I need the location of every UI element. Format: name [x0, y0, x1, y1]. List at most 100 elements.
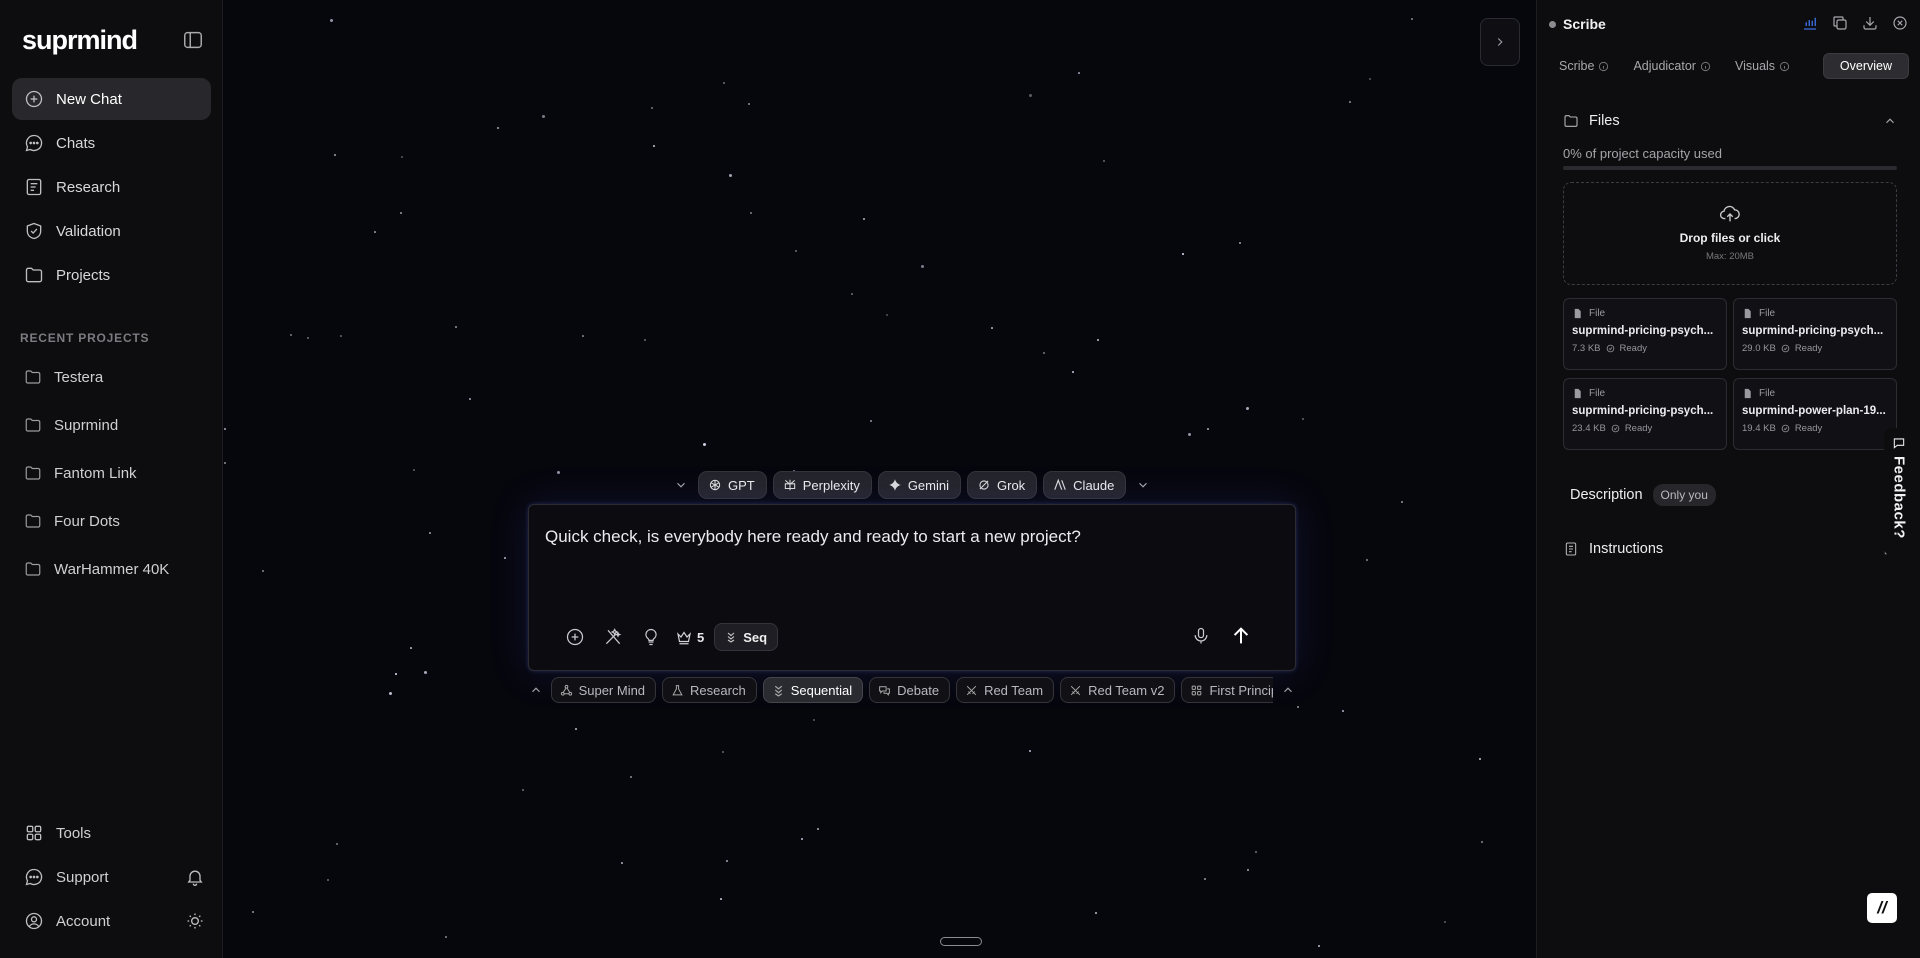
seq-toggle[interactable]: Seq — [714, 623, 779, 651]
tab-scribe[interactable]: Scribe — [1549, 53, 1619, 79]
crown-count[interactable]: 5 — [675, 623, 704, 651]
star — [445, 936, 447, 938]
chat-bubble-icon — [24, 867, 44, 887]
magic-wand-icon[interactable] — [599, 623, 627, 651]
file-type-label: File — [1759, 388, 1776, 399]
star — [1369, 78, 1371, 80]
app-logo[interactable]: suprmind — [22, 25, 138, 56]
star — [424, 671, 427, 674]
star — [1318, 945, 1320, 947]
attach-plus-icon[interactable] — [561, 623, 589, 651]
nav-research[interactable]: Research — [12, 166, 211, 208]
file-name: suprmind-power-plan-19... — [1742, 405, 1886, 417]
drag-handle[interactable] — [940, 937, 982, 946]
tab-adjudicator[interactable]: Adjudicator — [1623, 53, 1721, 79]
model-chip-perplexity[interactable]: Perplexity — [772, 471, 872, 499]
files-section-header[interactable]: Files — [1563, 111, 1897, 131]
project-label: Suprmind — [54, 416, 119, 434]
microphone-icon[interactable] — [1186, 621, 1216, 651]
nav-validation[interactable]: Validation — [12, 210, 211, 252]
chevron-down-icon[interactable] — [670, 471, 692, 499]
file-dropzone[interactable]: Drop files or click Max: 20MB — [1563, 182, 1897, 285]
star — [1204, 878, 1206, 880]
mode-debate[interactable]: Debate — [869, 677, 951, 703]
star — [801, 838, 803, 840]
project-item[interactable]: Testera — [12, 353, 211, 401]
star — [651, 107, 653, 109]
file-size: 7.3 KB — [1572, 343, 1601, 354]
chevron-down-icon[interactable] — [1132, 471, 1154, 499]
mode-sequential[interactable]: Sequential — [762, 677, 864, 703]
status-dot — [1549, 20, 1556, 28]
mode-red-team-v2[interactable]: Red Team v2 — [1060, 677, 1176, 703]
model-chip-gemini[interactable]: Gemini — [877, 471, 961, 499]
message-input[interactable]: Quick check, is everybody here ready and… — [545, 527, 1081, 547]
file-meta: 19.4 KB Ready — [1742, 423, 1888, 434]
chart-icon[interactable] — [1801, 14, 1819, 32]
star — [290, 334, 292, 336]
expand-panel-button[interactable] — [1480, 18, 1520, 66]
nav-support[interactable]: Support — [12, 855, 211, 899]
star — [1043, 352, 1045, 354]
star — [703, 443, 706, 446]
nav-projects[interactable]: Projects — [12, 254, 211, 296]
nav-label: Projects — [56, 266, 111, 284]
file-status: Ready — [1619, 343, 1647, 354]
scribe-panel: Scribe Scribe Adjudicator Visuals Overvi… — [1536, 0, 1920, 958]
nav-account[interactable]: Account — [12, 899, 211, 943]
chevron-up-icon[interactable] — [1883, 114, 1897, 128]
bell-icon[interactable] — [185, 867, 205, 887]
model-chip-claude[interactable]: Claude — [1043, 471, 1127, 499]
check-circle-icon — [1781, 344, 1790, 353]
file-card[interactable]: File suprmind-power-plan-19... 19.4 KB Re… — [1733, 378, 1897, 450]
seq-label: Seq — [743, 629, 768, 645]
file-size: 19.4 KB — [1742, 423, 1776, 434]
message-composer[interactable]: Quick check, is everybody here ready and… — [528, 504, 1296, 671]
info-icon — [1779, 61, 1790, 72]
sidebar-toggle-icon[interactable] — [182, 29, 204, 51]
chevron-up-icon[interactable] — [1279, 677, 1296, 703]
project-item[interactable]: Fantom Link — [12, 449, 211, 497]
file-card[interactable]: File suprmind-pricing-psych... 29.0 KB Re… — [1733, 298, 1897, 370]
download-icon[interactable] — [1861, 14, 1879, 32]
nav-chats[interactable]: Chats — [12, 122, 211, 164]
file-type-label: File — [1589, 388, 1606, 399]
close-icon[interactable] — [1891, 14, 1909, 32]
brand-badge[interactable]: // — [1867, 893, 1897, 923]
project-item[interactable]: Suprmind — [12, 401, 211, 449]
nav-tools[interactable]: Tools — [12, 811, 211, 855]
user-icon — [24, 911, 44, 931]
mode-red-team[interactable]: Red Team — [956, 677, 1055, 703]
copy-icon[interactable] — [1831, 14, 1849, 32]
star — [851, 293, 853, 295]
project-item[interactable]: WarHammer 40K — [12, 545, 211, 593]
model-label: Claude — [1073, 477, 1115, 493]
description-row: Description Only you — [1570, 483, 1897, 507]
swords-icon — [1069, 684, 1082, 697]
mode-label: First Princip — [1209, 682, 1274, 698]
file-card[interactable]: File suprmind-pricing-psych... 7.3 KB Rea… — [1563, 298, 1727, 370]
file-card[interactable]: File suprmind-pricing-psych... 23.4 KB Re… — [1563, 378, 1727, 450]
recent-projects-list: Testera Suprmind Fantom Link Four Dots W… — [12, 353, 211, 593]
model-chip-grok[interactable]: Grok — [967, 471, 1038, 499]
sun-icon[interactable] — [185, 911, 205, 931]
project-item[interactable]: Four Dots — [12, 497, 211, 545]
instructions-label: Instructions — [1589, 541, 1664, 557]
panel-title: Scribe — [1563, 16, 1606, 32]
feedback-tab[interactable]: Feedback? — [1884, 428, 1914, 556]
mode-super-mind[interactable]: Super Mind — [550, 677, 657, 703]
tab-visuals[interactable]: Visuals — [1725, 53, 1800, 79]
file-size: 23.4 KB — [1572, 423, 1606, 434]
chevron-up-icon[interactable] — [528, 677, 545, 703]
star — [374, 231, 376, 233]
send-arrow-icon[interactable] — [1226, 621, 1256, 651]
nav-new-chat[interactable]: New Chat — [12, 78, 211, 120]
model-chip-gpt[interactable]: GPT — [698, 471, 767, 499]
lightbulb-icon[interactable] — [637, 623, 665, 651]
mode-first-principles[interactable]: First Princip — [1181, 677, 1274, 703]
mode-research[interactable]: Research — [662, 677, 757, 703]
file-type-label: File — [1759, 308, 1776, 319]
star — [748, 103, 750, 105]
tab-overview[interactable]: Overview — [1822, 53, 1909, 79]
star — [726, 860, 728, 862]
